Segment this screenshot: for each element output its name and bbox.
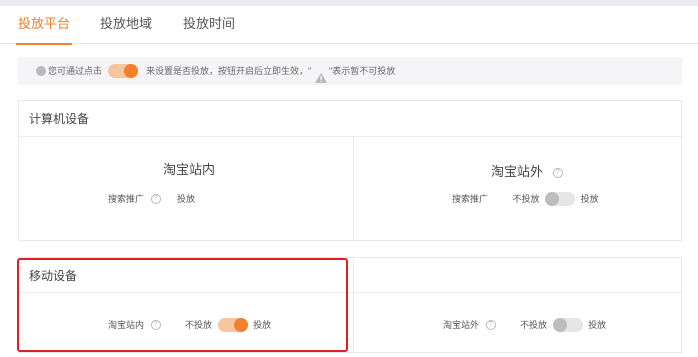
computer-device-panel: 计算机设备 淘宝站内 搜索推广 ? 投放 淘宝站外 ? 搜索推广 不投放 投放 bbox=[18, 100, 682, 241]
status-on-label: 投放 bbox=[588, 319, 607, 330]
notice-prefix: 您可通过点击 bbox=[48, 66, 103, 76]
notice-suffix: "表示暂不可投放 bbox=[329, 66, 396, 76]
notice-bar: 您可通过点击 来设置是否投放，按钮开启后立即生效，" "表示暂不可投放 bbox=[18, 57, 682, 85]
tab-bar: 投放平台 投放地域 投放时间 bbox=[0, 6, 698, 45]
computer-inside-row: 搜索推广 ? 投放 bbox=[108, 190, 195, 206]
status-off-label: 不投放 bbox=[185, 319, 213, 330]
mobile-device-panel: 移动设备 淘宝站内 ? 不投放 投放 淘宝站外 ? 不投放 投放 bbox=[18, 257, 682, 353]
warning-icon bbox=[315, 66, 327, 83]
heading-text: 淘宝站外 bbox=[491, 164, 544, 179]
tab-time[interactable]: 投放时间 bbox=[183, 6, 235, 44]
status-off-label: 不投放 bbox=[512, 193, 540, 204]
tab-region[interactable]: 投放地域 bbox=[100, 6, 152, 44]
toggle-sample-icon bbox=[108, 64, 138, 78]
row-label: 淘宝站内 bbox=[108, 319, 145, 330]
column-divider bbox=[353, 258, 354, 352]
computer-inside-heading: 淘宝站内 bbox=[163, 162, 216, 177]
computer-device-title: 计算机设备 bbox=[29, 112, 90, 126]
notice-middle: 来设置是否投放，按钮开启后立即生效，" bbox=[146, 66, 312, 76]
help-icon[interactable]: ? bbox=[150, 193, 161, 204]
mobile-outside-row: 淘宝站外 ? 不投放 投放 bbox=[443, 316, 606, 332]
mobile-inside-toggle[interactable] bbox=[217, 317, 248, 332]
status-on-label: 投放 bbox=[177, 193, 196, 204]
mobile-outside-toggle[interactable] bbox=[552, 317, 583, 332]
tab-platform[interactable]: 投放平台 bbox=[15, 6, 73, 45]
row-label: 搜索推广 bbox=[452, 193, 489, 204]
row-label: 搜索推广 bbox=[108, 193, 145, 204]
row-label: 淘宝站外 bbox=[443, 319, 480, 330]
column-divider bbox=[353, 137, 354, 240]
mobile-inside-row: 淘宝站内 ? 不投放 投放 bbox=[108, 316, 271, 332]
help-icon[interactable]: ? bbox=[552, 167, 563, 178]
mobile-device-title: 移动设备 bbox=[29, 269, 78, 283]
divider bbox=[19, 136, 681, 137]
help-icon[interactable]: ? bbox=[485, 319, 496, 330]
status-off-label: 不投放 bbox=[520, 319, 548, 330]
info-icon bbox=[36, 66, 46, 76]
computer-outside-heading: 淘宝站外 ? bbox=[491, 161, 567, 180]
computer-outside-toggle[interactable] bbox=[545, 191, 576, 206]
status-on-label: 投放 bbox=[580, 193, 599, 204]
computer-outside-row: 搜索推广 不投放 投放 bbox=[452, 190, 599, 206]
divider bbox=[19, 292, 681, 293]
help-icon[interactable]: ? bbox=[150, 319, 161, 330]
status-on-label: 投放 bbox=[253, 319, 272, 330]
